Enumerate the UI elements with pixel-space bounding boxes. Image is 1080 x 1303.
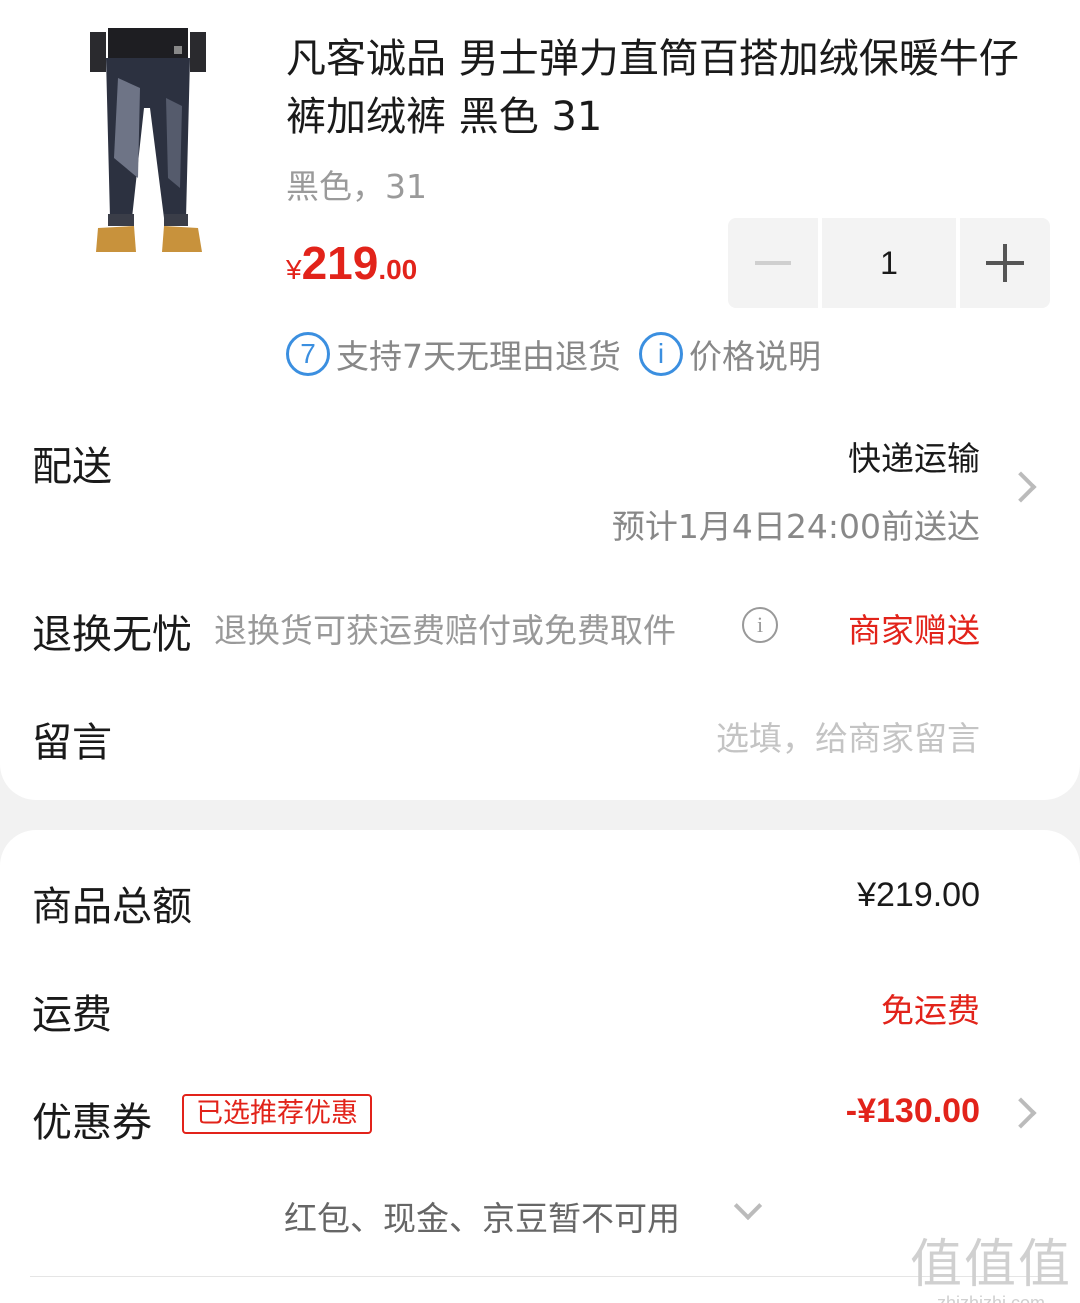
seven-day-return-icon: 7 bbox=[286, 332, 330, 376]
shipping-label: 运费 bbox=[32, 992, 112, 1038]
quantity-stepper: 1 bbox=[728, 218, 1050, 308]
message-label: 留言 bbox=[32, 720, 112, 766]
price-symbol: ¥ bbox=[286, 254, 302, 285]
returns-value: 商家赠送 bbox=[848, 611, 980, 650]
chevron-right-icon[interactable] bbox=[1005, 471, 1037, 503]
returns-description: 退换货可获运费赔付或免费取件 bbox=[214, 611, 676, 650]
product-title[interactable]: 凡客诚品 男士弹力直筒百搭加绒保暖牛仔裤加绒裤 黑色 31 bbox=[286, 30, 1046, 146]
goods-total-value: ¥219.00 bbox=[857, 876, 980, 914]
delivery-method[interactable]: 快递运输 bbox=[848, 432, 980, 480]
product-spec: 黑色，31 bbox=[286, 167, 427, 206]
order-item-card: 凡客诚品 男士弹力直筒百搭加绒保暖牛仔裤加绒裤 黑色 31 黑色，31 ¥219… bbox=[0, 0, 1080, 800]
delivery-eta: 预计1月4日24:00前送达 bbox=[611, 507, 980, 546]
price-integer: 219 bbox=[301, 237, 379, 289]
seven-day-return-text[interactable]: 支持7天无理由退货 bbox=[336, 330, 621, 378]
delivery-label: 配送 bbox=[32, 444, 112, 490]
unavailable-benefits-text[interactable]: 红包、现金、京豆暂不可用 bbox=[284, 1192, 680, 1240]
quantity-input[interactable]: 1 bbox=[822, 218, 956, 308]
plus-icon bbox=[986, 244, 1024, 282]
increment-button[interactable] bbox=[960, 218, 1050, 308]
watermark: 值值值 zhizhizhi.com bbox=[909, 1235, 1072, 1303]
shipping-value: 免运费 bbox=[881, 991, 980, 1030]
price-decimal: .00 bbox=[378, 254, 418, 285]
coupon-value[interactable]: -¥130.00 bbox=[846, 1092, 980, 1131]
divider bbox=[30, 1276, 1050, 1277]
decrement-button[interactable] bbox=[728, 218, 818, 308]
price-explanation-link[interactable]: 价格说明 bbox=[689, 330, 821, 378]
info-icon[interactable]: i bbox=[742, 607, 778, 643]
message-input[interactable]: 选填，给商家留言 bbox=[716, 712, 980, 760]
coupon-label: 优惠券 bbox=[32, 1100, 152, 1146]
product-image[interactable] bbox=[78, 28, 218, 256]
service-badges: 7 支持7天无理由退货 i 价格说明 bbox=[286, 330, 821, 378]
goods-total-label: 商品总额 bbox=[32, 884, 192, 930]
returns-label: 退换无忧 bbox=[32, 612, 192, 658]
product-price: ¥219.00 bbox=[286, 236, 417, 290]
info-icon: i bbox=[639, 332, 683, 376]
minus-icon bbox=[755, 261, 791, 265]
coupon-selected-tag: 已选推荐优惠 bbox=[182, 1094, 372, 1134]
